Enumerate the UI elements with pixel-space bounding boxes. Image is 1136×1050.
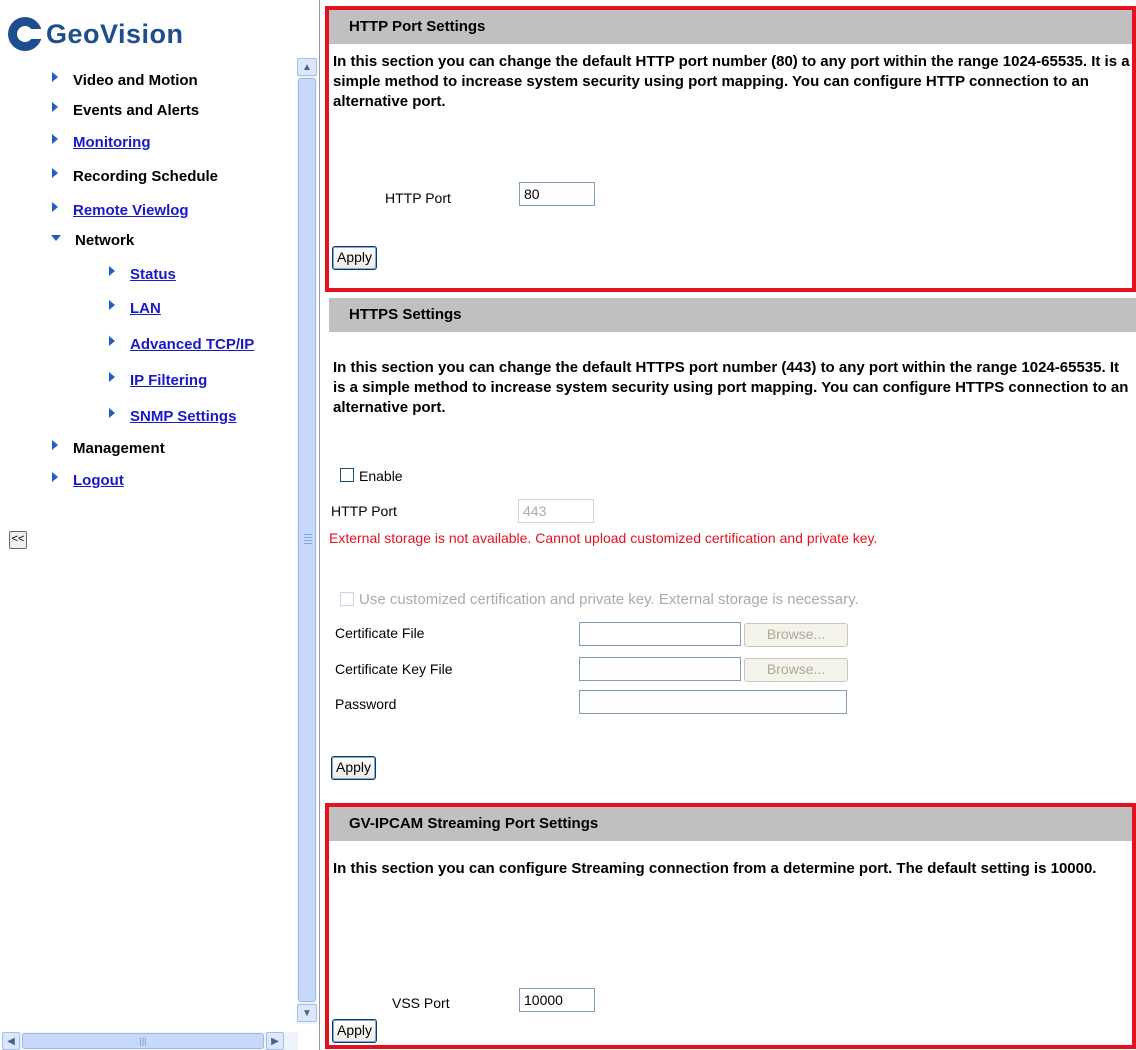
vss-port-input[interactable]: 10000 [519,988,595,1012]
scroll-left-button[interactable]: ◀ [2,1032,20,1050]
nav-item-snmp-settings[interactable]: SNMP Settings [109,407,236,425]
triangle-right-icon [109,265,115,276]
nav-item-ip-filtering[interactable]: IP Filtering [109,371,207,389]
enable-https-checkbox[interactable] [340,468,354,482]
nav-item-advanced-tcpip[interactable]: Advanced TCP/IP [109,335,254,353]
nav-link-ip-filtering[interactable]: IP Filtering [130,372,207,389]
certificate-key-file-input[interactable] [579,657,741,681]
storage-warning-text: External storage is not available. Canno… [329,530,878,546]
nav-item-status[interactable]: Status [109,265,176,283]
section-description: In this section you can change the defau… [333,53,1130,110]
nav-item-label: Recording Schedule [73,168,219,185]
navigation-frame: GeoVision Video and Motion Events and Al… [0,0,320,1050]
streaming-apply-button[interactable]: Apply [332,1019,378,1043]
chevron-down-icon: ▼ [302,1007,312,1019]
nav-item-lan[interactable]: LAN [109,299,161,317]
horizontal-scroll-thumb[interactable]: ||| [22,1033,264,1049]
nav-item-label: Events and Alerts [73,102,200,119]
streaming-port-settings-section: GV-IPCAM Streaming Port Settings In this… [325,803,1136,1049]
nav-item-logout[interactable]: Logout [52,471,124,489]
nav-item-label: Network [75,232,135,249]
triangle-right-icon [109,299,115,310]
collapse-menu-button[interactable]: << [9,531,27,549]
settings-content: HTTP Port Settings In this section you c… [322,0,1136,1050]
section-header: GV-IPCAM Streaming Port Settings [329,807,1132,841]
triangle-right-icon [52,439,58,450]
section-header: HTTP Port Settings [329,10,1132,44]
http-port-settings-section: HTTP Port Settings In this section you c… [325,6,1136,292]
chevron-right-icon: ▶ [271,1035,279,1047]
triangle-down-icon [51,234,61,241]
triangle-right-icon [52,71,58,82]
section-description: In this section you can change the defau… [333,359,1129,416]
certificate-key-browse-button[interactable]: Browse... [744,658,848,682]
custom-cert-label: Use customized certification and private… [359,591,859,608]
nav-item-monitoring[interactable]: Monitoring [52,133,150,151]
grip-icon [304,534,312,546]
https-port-label: HTTP Port [331,503,397,519]
geovision-logo: GeoVision [8,14,184,54]
http-port-input[interactable]: 80 [519,182,595,206]
triangle-right-icon [52,101,58,112]
triangle-right-icon [52,471,58,482]
scroll-down-button[interactable]: ▼ [297,1004,317,1022]
enable-label: Enable [359,468,403,484]
logo-text: GeoVision [46,18,184,49]
certificate-key-file-label: Certificate Key File [335,661,453,677]
nav-item-network[interactable]: Network [51,232,134,249]
nav-link-snmp-settings[interactable]: SNMP Settings [130,408,236,425]
triangle-right-icon [109,407,115,418]
nav-link-remote-viewlog[interactable]: Remote Viewlog [73,202,189,219]
chevron-up-icon: ▲ [302,61,312,73]
https-apply-button[interactable]: Apply [331,756,377,780]
vertical-scroll-thumb[interactable] [298,78,316,1002]
certificate-file-input[interactable] [579,622,741,646]
vss-port-label: VSS Port [392,995,450,1011]
password-input[interactable] [579,690,847,714]
nav-item-management[interactable]: Management [52,439,165,457]
nav-link-status[interactable]: Status [130,266,176,283]
nav-link-monitoring[interactable]: Monitoring [73,134,150,151]
certificate-file-browse-button[interactable]: Browse... [744,623,848,647]
triangle-right-icon [52,133,58,144]
nav-item-video-and-motion[interactable]: Video and Motion [52,71,198,89]
nav-link-logout[interactable]: Logout [73,472,124,489]
http-apply-button[interactable]: Apply [332,246,378,270]
nav-item-events-and-alerts[interactable]: Events and Alerts [52,101,200,119]
section-description: In this section you can configure Stream… [333,860,1097,877]
section-header: HTTPS Settings [329,298,1136,332]
scroll-right-button[interactable]: ▶ [266,1032,284,1050]
triangle-right-icon [52,167,58,178]
nav-item-label: Management [73,440,165,457]
password-label: Password [335,696,397,712]
nav-item-label: Video and Motion [73,72,198,89]
http-port-label: HTTP Port [385,190,451,206]
triangle-right-icon [52,201,58,212]
custom-cert-checkbox[interactable] [340,592,354,606]
nav-item-recording-schedule[interactable]: Recording Schedule [52,167,219,185]
triangle-right-icon [109,335,115,346]
https-port-input[interactable]: 443 [518,499,594,523]
triangle-right-icon [109,371,115,382]
geovision-logo-icon [8,17,44,51]
horizontal-scrollbar[interactable]: ◀ ||| ▶ [2,1032,298,1050]
vertical-scrollbar[interactable]: ▲ ▼ [297,58,317,1024]
certificate-file-label: Certificate File [335,625,425,641]
chevron-left-icon: ◀ [7,1035,15,1047]
scroll-up-button[interactable]: ▲ [297,58,317,76]
nav-item-remote-viewlog[interactable]: Remote Viewlog [52,201,189,219]
nav-link-lan[interactable]: LAN [130,300,161,317]
nav-link-advanced-tcpip[interactable]: Advanced TCP/IP [130,336,254,353]
https-settings-section: HTTPS Settings In this section you can c… [325,298,1136,798]
